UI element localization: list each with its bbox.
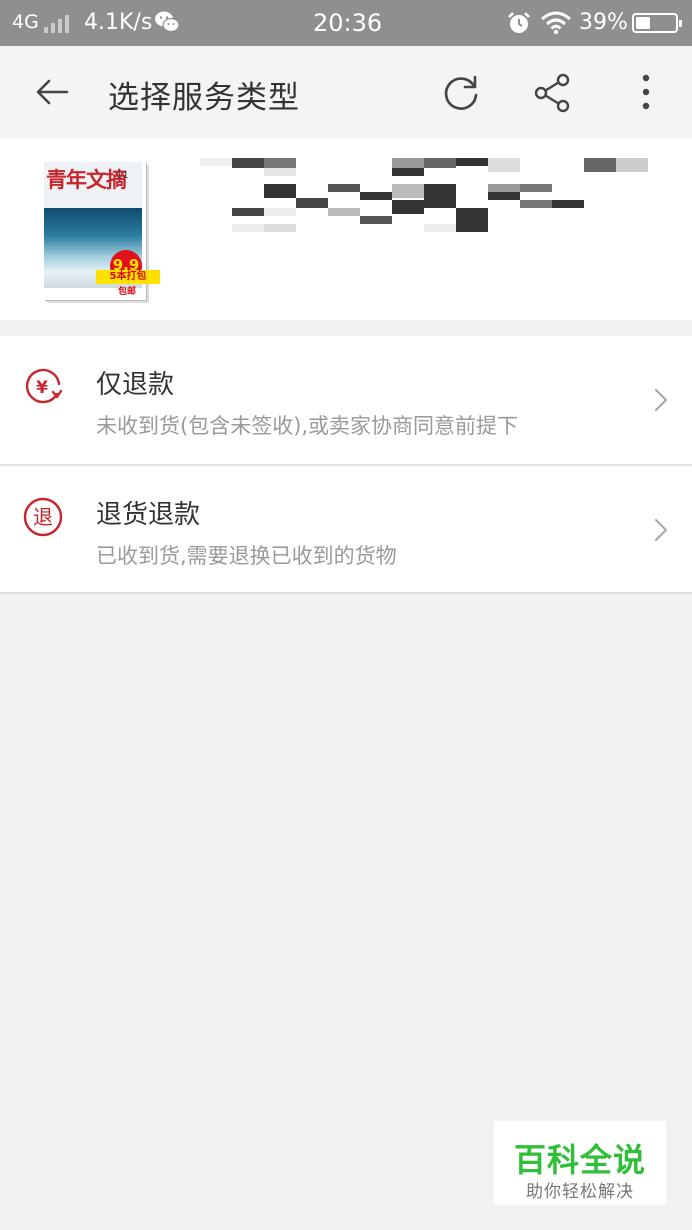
app-toolbar: 选择服务类型 xyxy=(0,46,692,138)
network-type: 4G xyxy=(12,11,39,33)
watermark-logo: 百科全说 助你轻松解决 xyxy=(494,1121,666,1205)
battery-icon xyxy=(632,13,682,33)
option-description: 已收到货,需要退换已收到的货物 xyxy=(96,544,397,568)
watermark-brand: 百科全说 xyxy=(513,1141,646,1179)
status-bar: 4G 4.1K/s 20:36 39% xyxy=(0,0,692,46)
product-card[interactable]: 青年文摘 11 9.9 5本打包 包邮 xyxy=(0,138,692,320)
more-vertical-icon[interactable] xyxy=(632,72,660,114)
yuan-refund-icon: ¥ xyxy=(25,368,63,404)
wechat-icon xyxy=(155,11,180,33)
chevron-right-icon xyxy=(654,388,668,412)
page-title: 选择服务类型 xyxy=(108,80,300,116)
product-thumbnail: 青年文摘 11 9.9 5本打包 包邮 xyxy=(44,162,160,300)
back-arrow-icon[interactable] xyxy=(34,76,70,108)
list-divider xyxy=(0,592,692,594)
option-title: 退货退款 xyxy=(96,500,201,530)
option-return-and-refund[interactable]: 退 退货退款 已收到货,需要退换已收到的货物 xyxy=(0,464,692,594)
clock: 20:36 xyxy=(313,9,383,37)
share-icon[interactable] xyxy=(532,72,574,114)
refresh-icon[interactable] xyxy=(440,72,482,114)
yuan-glyph: ¥ xyxy=(36,378,48,398)
alarm-icon xyxy=(508,12,530,33)
bundle-label: 5本打包 xyxy=(96,270,160,284)
watermark-slogan: 助你轻松解决 xyxy=(526,1182,634,1202)
wifi-icon xyxy=(541,11,571,35)
network-speed: 4.1K/s xyxy=(84,10,153,35)
return-goods-icon: 退 xyxy=(23,497,63,537)
shipping-label: 包邮 xyxy=(118,287,137,297)
battery-percent: 39% xyxy=(579,10,628,35)
price-badge: 9.9 5本打包 包邮 xyxy=(96,250,160,297)
service-type-list: ¥ 仅退款 未收到货(包含未签收),或卖家协商同意前提下 退 退货退款 已收到货… xyxy=(0,336,692,594)
option-refund-only[interactable]: ¥ 仅退款 未收到货(包含未签收),或卖家协商同意前提下 xyxy=(0,336,692,464)
option-description: 未收到货(包含未签收),或卖家协商同意前提下 xyxy=(96,414,519,438)
return-glyph: 退 xyxy=(33,505,53,529)
cover-title: 青年文摘 xyxy=(46,167,127,192)
option-title: 仅退款 xyxy=(96,370,175,400)
chevron-right-icon xyxy=(654,518,668,542)
signal-icon xyxy=(44,13,69,33)
cover-issue: 11 xyxy=(116,170,129,181)
